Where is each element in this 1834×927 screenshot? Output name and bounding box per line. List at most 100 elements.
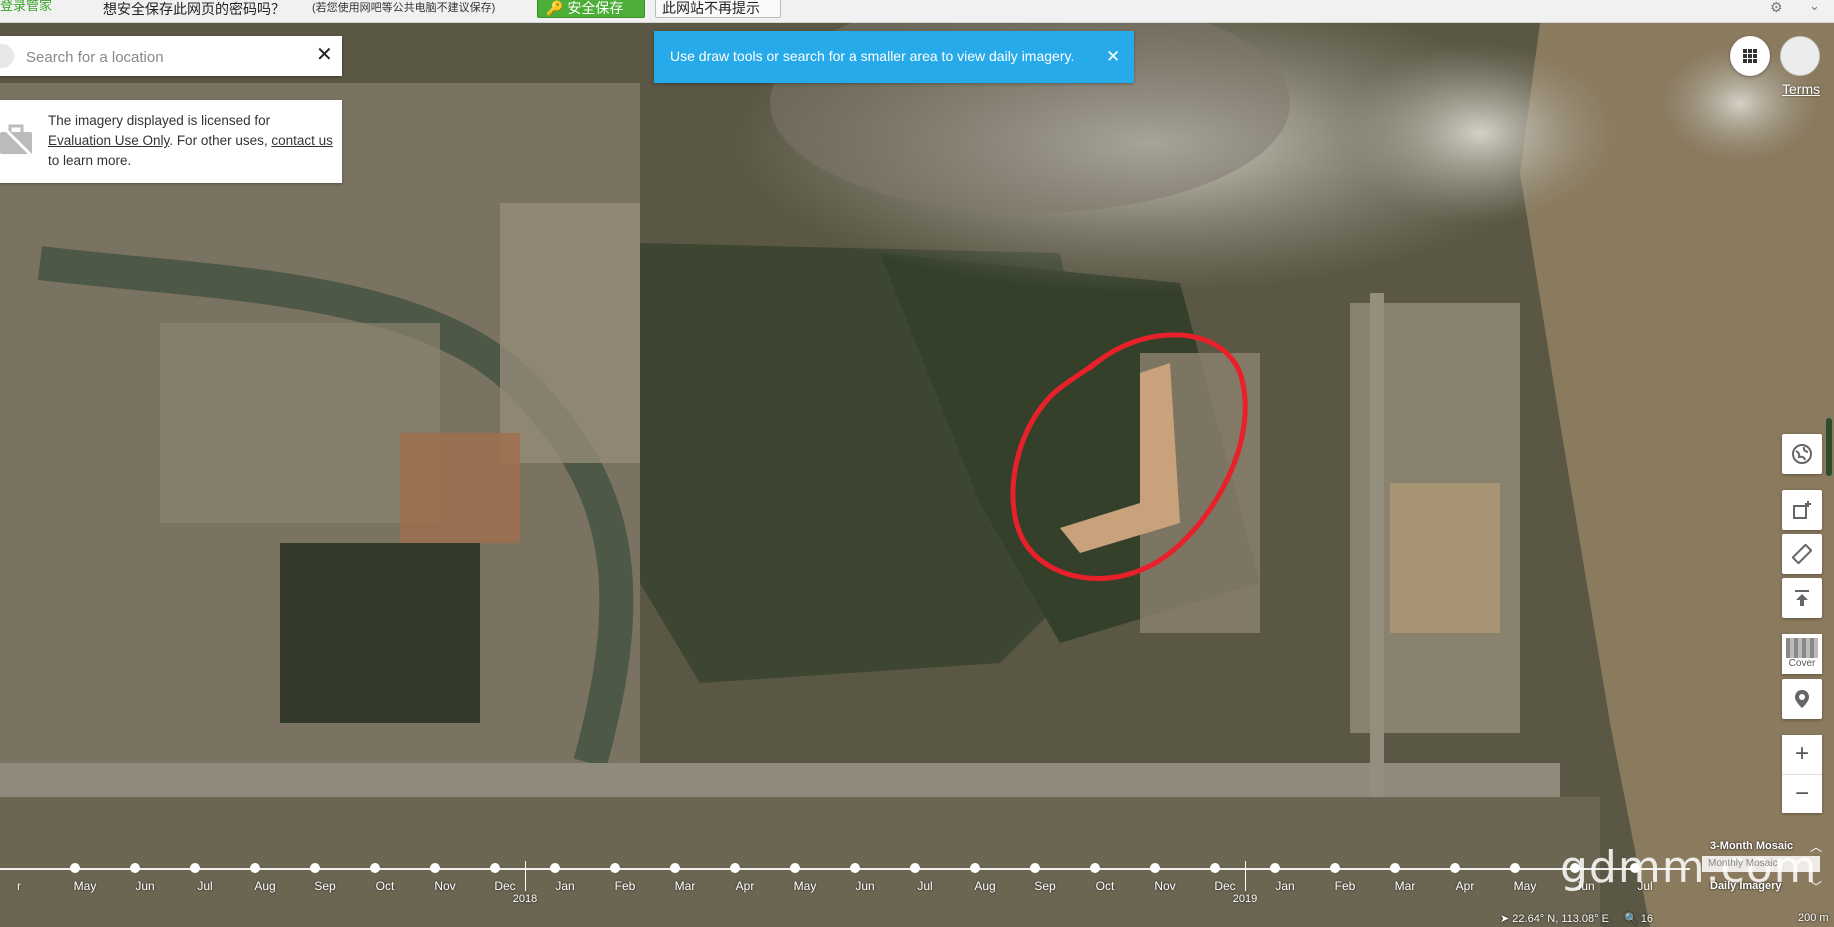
timeline-dot[interactable] [430,863,440,873]
timeline-dot[interactable] [610,863,620,873]
license-text-2: . For other uses, [169,133,272,148]
three-month-mosaic-option[interactable]: 3-Month Mosaic [1710,840,1793,852]
timeline-dot[interactable] [1030,863,1040,873]
ruler-icon [1792,544,1812,564]
contact-us-link[interactable]: contact us [271,133,333,148]
save-note: (若您使用网吧等公共电脑不建议保存) [312,2,496,14]
timeline-year-marker [1245,861,1246,891]
status-bar: ➤ 22.64° N, 113.08° E 🔍 16 200 m [1490,912,1834,927]
timeline-year-label: 2019 [1232,893,1258,905]
briefcase-icon [0,124,32,156]
location-pin-button[interactable] [1782,679,1822,719]
timeline-dot[interactable] [730,863,740,873]
draw-shape-icon [1793,501,1811,519]
timeline-dot[interactable] [190,863,200,873]
draw-area-button[interactable] [1782,490,1822,530]
coordinates-readout: ➤ 22.64° N, 113.08° E [1500,912,1609,925]
search-edge-icon [0,44,14,68]
timeline-month-label: May [73,879,97,893]
safe-save-button[interactable]: 🔑 安全保存 [537,0,645,18]
timeline-month-label: Jul [197,879,213,893]
timeline-dot[interactable] [670,863,680,873]
timeline-dot[interactable] [1270,863,1280,873]
timeline-dot[interactable] [1150,863,1160,873]
timeline-month-label: Apr [735,879,755,893]
timeline-month-label: Sep [1034,879,1056,893]
timeline-month-label: r [17,879,21,893]
timeline-dot[interactable] [790,863,800,873]
timeline-month-label: Mar [674,879,696,893]
info-toast: Use draw tools or search for a smaller a… [654,31,1134,83]
apps-grid-button[interactable] [1730,36,1770,76]
cover-toggle[interactable]: Cover [1782,634,1822,674]
zoom-in-button[interactable]: + [1782,735,1822,774]
daily-imagery-option[interactable]: Daily Imagery [1710,880,1782,892]
timeline-dot[interactable] [910,863,920,873]
timeline-month-label: Jan [555,879,575,893]
no-remind-button[interactable]: 此网站不再提示 [655,0,781,18]
brand-label: 登录管家 [0,0,53,13]
timeline-month-label: Feb [1334,879,1356,893]
key-icon: 🔑 [546,0,564,16]
timeline-month-label: Aug [974,879,996,893]
timeline-month-label: Oct [1095,879,1115,893]
side-scroll-handle[interactable] [1826,418,1832,476]
search-input[interactable] [24,46,308,68]
timeline-month-label: May [1513,879,1537,893]
timeline-dot[interactable] [130,863,140,873]
timeline-month-label: Oct [375,879,395,893]
avatar[interactable] [1780,36,1820,76]
chevron-up-icon[interactable]: ︿ [1810,838,1822,855]
basemap-button[interactable] [1782,434,1822,474]
timeline-dot[interactable] [1210,863,1220,873]
timeline-dot[interactable] [70,863,80,873]
timeline-month-label: Dec [494,879,516,893]
timeline-month-label: Jan [1275,879,1295,893]
timeline-month-label: Nov [434,879,456,893]
timeline-dot[interactable] [550,863,560,873]
timeline-dot[interactable] [250,863,260,873]
mosaic-selector[interactable]: ︿ 3-Month Mosaic Monthly Mosaic Daily Im… [1700,838,1834,894]
timeline-dot[interactable] [1510,863,1520,873]
terms-link[interactable]: Terms [1782,81,1820,97]
safe-save-label: 安全保存 [567,0,624,16]
timeline-dot[interactable] [1090,863,1100,873]
zoom-out-button[interactable]: − [1782,774,1822,814]
clear-search-icon[interactable]: ✕ [316,42,333,67]
license-text: The imagery displayed is licensed for Ev… [48,111,333,171]
timeline-dot[interactable] [310,863,320,873]
timeline-month-label: Aug [254,879,276,893]
zoom-level-text: 16 [1640,913,1654,925]
timeline-dot[interactable] [1450,863,1460,873]
timeline-dot[interactable] [490,863,500,873]
zoom-control: + − [1782,735,1822,813]
chevron-down-icon[interactable]: ﹀ [1810,878,1822,895]
cover-label: Cover [1788,658,1816,669]
save-question: 想安全保存此网页的密码吗？ [103,1,285,17]
timeline-year-marker [525,861,526,891]
timeline-month-label: Apr [1455,879,1475,893]
monthly-mosaic-option[interactable]: Monthly Mosaic [1702,856,1820,872]
gear-icon[interactable]: ⚙ [1770,0,1783,16]
magnifier-icon: 🔍 [1624,913,1638,925]
timeline-dot[interactable] [1390,863,1400,873]
location-search-box: ✕ [0,36,342,76]
collapse-icon[interactable]: ⌄ [1809,0,1820,14]
evaluation-use-link[interactable]: Evaluation Use Only [48,133,169,148]
timeline-month-label: Mar [1394,879,1416,893]
measure-button[interactable] [1782,534,1822,574]
scale-readout: 200 m [1798,912,1829,924]
navigation-arrow-icon: ➤ [1500,913,1510,925]
timeline-month-label: Jun [135,879,155,893]
timeline-dot[interactable] [1330,863,1340,873]
close-icon[interactable]: ✕ [1106,47,1120,67]
timeline-dot[interactable] [370,863,380,873]
upload-button[interactable] [1782,578,1822,618]
zoom-level-readout: 🔍 16 [1624,912,1653,925]
imagery-timeline[interactable]: r May Jun Jul Aug Sep Oct Nov Dec Jan Feb Mar Apr May… [0,855,1700,915]
license-notice: The imagery displayed is licensed for Ev… [0,100,342,183]
timeline-dot[interactable] [970,863,980,873]
timeline-month-label: May [793,879,817,893]
timeline-month-label: Dec [1214,879,1236,893]
timeline-dot[interactable] [850,863,860,873]
